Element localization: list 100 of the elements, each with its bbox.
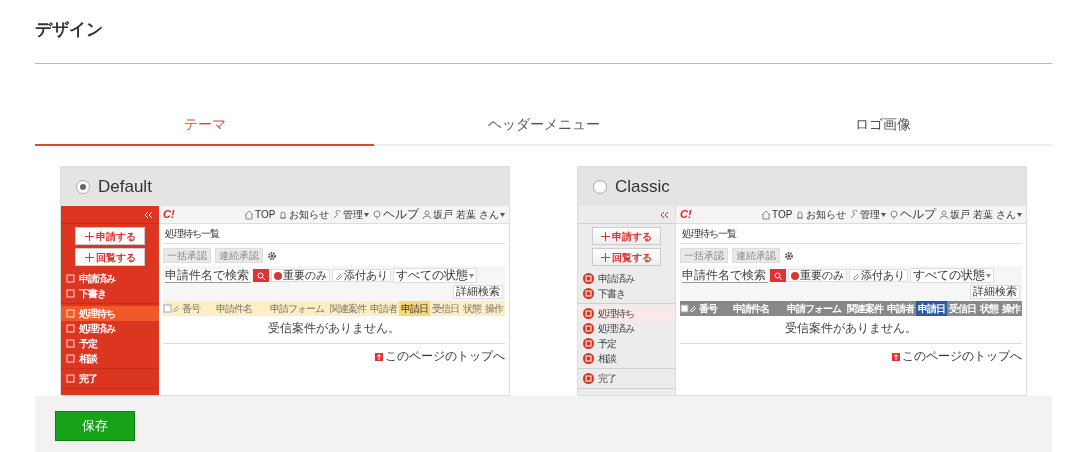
save-button[interactable]: 保存	[55, 411, 135, 441]
search-button[interactable]	[253, 269, 269, 283]
logo: C!	[680, 208, 692, 221]
column-header[interactable]: 申請者	[885, 300, 916, 316]
filter-button[interactable]: 添付あり	[849, 268, 908, 283]
sidebar-item[interactable]: 申請済み	[578, 271, 675, 286]
column-header[interactable]: 申請フォーム	[782, 300, 845, 316]
nav-link[interactable]: 管理	[849, 209, 887, 220]
column-header[interactable]: 申請件名	[719, 300, 782, 316]
tab[interactable]: テーマ	[35, 104, 374, 146]
document-icon	[583, 373, 594, 384]
sidebar-button[interactable]: 回覧する	[592, 248, 661, 266]
column-header[interactable]: 申請件名	[202, 300, 265, 316]
sidebar-item[interactable]: 下書き	[61, 286, 159, 301]
filter-button[interactable]: 添付あり	[332, 268, 391, 283]
caret-icon	[469, 273, 474, 278]
document-icon	[583, 338, 594, 349]
nav-link[interactable]: TOP	[761, 209, 793, 220]
page-top-link[interactable]: このページのトップへ	[892, 349, 1022, 364]
nav-link[interactable]: 坂戸 若葉 さん	[422, 209, 505, 220]
double-chevron-icon[interactable]	[660, 210, 669, 219]
column-header[interactable]: 申請者	[368, 300, 399, 316]
sidebar-item[interactable]: 予定	[578, 336, 675, 351]
sidebar-item[interactable]: 下書き	[578, 286, 675, 301]
search-field[interactable]: 申請件名で検索	[682, 268, 768, 283]
bulb-icon	[372, 209, 383, 220]
caret-icon	[986, 273, 991, 278]
home-icon	[761, 209, 772, 220]
column-header[interactable]: 状態	[461, 300, 483, 316]
sidebar-item[interactable]: 処理待ち	[578, 306, 675, 321]
person-icon	[422, 209, 433, 220]
page-title: デザイン	[35, 0, 1052, 64]
checkbox-icon[interactable]	[163, 303, 172, 313]
status-dropdown[interactable]: すべての状態	[910, 268, 994, 284]
paperclip-icon	[852, 271, 860, 280]
nav-link[interactable]: 管理	[332, 209, 370, 220]
sidebar-button[interactable]: 回覧する	[75, 248, 145, 266]
column-header[interactable]: 操作	[1000, 300, 1022, 316]
tab[interactable]: ロゴ画像	[713, 104, 1052, 146]
document-icon	[583, 273, 594, 284]
column-header[interactable]: 関連案件	[328, 300, 368, 316]
sidebar-item[interactable]: 申請済み	[61, 271, 159, 286]
column-header[interactable]: 関連案件	[845, 300, 885, 316]
theme-name: Default	[98, 175, 152, 198]
page-heading: 処理待ち一覧	[680, 224, 1022, 244]
page-top-link[interactable]: このページのトップへ	[375, 349, 505, 364]
sidebar-item[interactable]: 相談	[578, 351, 675, 366]
sidebar-button[interactable]: 申請する	[592, 227, 661, 245]
checkbox-icon[interactable]	[680, 303, 689, 313]
column-header[interactable]: 操作	[483, 300, 505, 316]
up-arrow-icon	[892, 352, 900, 361]
nav-link[interactable]: ヘルプ	[372, 207, 420, 222]
sidebar-item[interactable]: 完了	[578, 371, 675, 386]
plus-icon	[601, 231, 610, 241]
column-header[interactable]: 番号	[697, 300, 719, 316]
sidebar-item[interactable]: 相談	[61, 351, 159, 366]
column-header[interactable]: 受信日	[430, 300, 461, 316]
sidebar-item[interactable]: 予定	[61, 336, 159, 351]
gear-icon[interactable]	[267, 250, 277, 261]
empty-message: 受信案件がありません。	[680, 315, 1022, 344]
empty-message: 受信案件がありません。	[163, 315, 505, 344]
document-icon	[66, 374, 75, 383]
filter-button[interactable]: 重要のみ	[788, 268, 847, 283]
nav-link[interactable]: 坂戸 若葉 さん	[939, 209, 1022, 220]
theme-name: Classic	[615, 175, 670, 198]
document-icon	[583, 323, 594, 334]
search-icon	[774, 271, 782, 280]
sidebar-item[interactable]: 処理済み	[578, 321, 675, 336]
column-header[interactable]: 番号	[180, 300, 202, 316]
action-button[interactable]: 一括承認	[163, 248, 211, 263]
bell-icon	[795, 209, 806, 220]
action-button[interactable]: 連続承認	[732, 248, 780, 263]
radio-button[interactable]	[593, 179, 607, 194]
filter-button[interactable]: 重要のみ	[271, 268, 330, 283]
nav-link[interactable]: TOP	[244, 209, 276, 220]
plus-icon	[84, 231, 94, 241]
search-field[interactable]: 申請件名で検索	[165, 268, 251, 283]
paperclip-icon	[689, 304, 697, 313]
wrench-icon	[332, 209, 343, 220]
gear-icon[interactable]	[784, 250, 794, 261]
advanced-search-button[interactable]: 詳細検索	[970, 285, 1020, 299]
sidebar-item[interactable]: 処理済み	[61, 321, 159, 336]
sidebar-button[interactable]: 申請する	[75, 227, 145, 245]
search-button[interactable]	[770, 269, 786, 283]
nav-link[interactable]: お知らせ	[795, 209, 847, 220]
status-dropdown[interactable]: すべての状態	[393, 268, 477, 284]
radio-button[interactable]	[76, 179, 90, 194]
nav-link[interactable]: お知らせ	[278, 209, 330, 220]
action-button[interactable]: 一括承認	[680, 248, 728, 263]
advanced-search-button[interactable]: 詳細検索	[453, 285, 503, 299]
tab[interactable]: ヘッダーメニュー	[374, 104, 713, 146]
column-header[interactable]: 状態	[978, 300, 1000, 316]
bell-icon	[278, 209, 289, 220]
nav-link[interactable]: ヘルプ	[889, 207, 937, 222]
action-button[interactable]: 連続承認	[215, 248, 263, 263]
plus-icon	[601, 252, 610, 262]
sidebar-item[interactable]: 完了	[61, 371, 159, 386]
sidebar-item[interactable]: 処理待ち	[61, 306, 159, 321]
column-header[interactable]: 受信日	[947, 300, 978, 316]
column-header[interactable]: 申請フォーム	[265, 300, 328, 316]
